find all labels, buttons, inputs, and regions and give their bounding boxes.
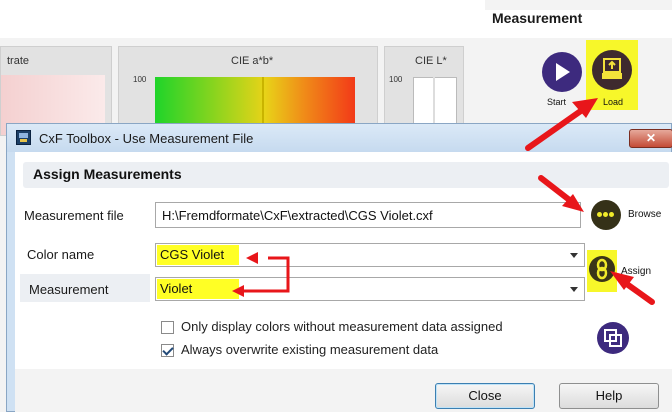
color-name-value: CGS Violet bbox=[157, 245, 239, 265]
axis-label: 100 bbox=[133, 75, 147, 84]
close-icon[interactable]: ✕ bbox=[629, 129, 672, 148]
overwrite-checkbox[interactable] bbox=[161, 344, 174, 357]
more-dots-icon bbox=[609, 212, 614, 217]
panel-title: CIE a*b* bbox=[231, 55, 274, 67]
only-unassigned-checkbox[interactable] bbox=[161, 321, 174, 334]
more-dots-icon bbox=[597, 212, 602, 217]
use-measurement-file-dialog: CxF Toolbox - Use Measurement File ✕ Ass… bbox=[6, 123, 672, 412]
dialog-title: CxF Toolbox - Use Measurement File bbox=[39, 131, 254, 146]
app-icon bbox=[16, 130, 31, 145]
panel-title: CIE L* bbox=[415, 55, 447, 67]
measurement-file-field[interactable]: H:\Fremdformate\CxF\extracted\CGS Violet… bbox=[155, 202, 581, 228]
color-name-label: Color name bbox=[27, 247, 95, 262]
browse-button[interactable] bbox=[591, 200, 621, 230]
only-unassigned-label[interactable]: Only display colors without measurement … bbox=[181, 319, 503, 334]
measurement-dropdown[interactable]: Violet bbox=[155, 277, 585, 301]
top-strip bbox=[0, 0, 485, 38]
measurement-file-label: Measurement file bbox=[24, 208, 124, 223]
panel-title: trate bbox=[7, 55, 30, 67]
load-tray-icon bbox=[602, 58, 622, 79]
assign-button[interactable] bbox=[589, 256, 615, 282]
dropdown-arrow-icon[interactable] bbox=[570, 253, 578, 258]
measurement-heading: Measurement bbox=[492, 10, 583, 26]
load-button[interactable] bbox=[592, 50, 632, 90]
browse-label: Browse bbox=[628, 209, 662, 220]
start-label: Start bbox=[547, 97, 567, 107]
load-label: Load bbox=[603, 97, 624, 107]
axis-label: 100 bbox=[389, 75, 403, 84]
close-button[interactable]: Close bbox=[435, 383, 535, 409]
dialog-titlebar[interactable]: CxF Toolbox - Use Measurement File ✕ bbox=[7, 124, 672, 152]
play-icon bbox=[556, 63, 570, 81]
copy-icon bbox=[604, 329, 622, 347]
assign-label: Assign bbox=[621, 266, 652, 277]
more-dots-icon bbox=[603, 212, 608, 217]
measurement-label: Measurement bbox=[29, 282, 109, 297]
color-name-dropdown[interactable]: CGS Violet bbox=[155, 243, 585, 267]
chain-link-icon bbox=[596, 258, 608, 280]
dialog-body: Assign Measurements Measurement file H:\… bbox=[15, 152, 672, 412]
section-heading: Assign Measurements bbox=[33, 166, 182, 182]
copy-button[interactable] bbox=[597, 322, 629, 354]
dropdown-arrow-icon[interactable] bbox=[570, 287, 578, 292]
start-button[interactable] bbox=[542, 52, 582, 92]
overwrite-label[interactable]: Always overwrite existing measurement da… bbox=[181, 342, 438, 357]
help-button[interactable]: Help bbox=[559, 383, 659, 409]
measurement-value: Violet bbox=[157, 279, 239, 299]
